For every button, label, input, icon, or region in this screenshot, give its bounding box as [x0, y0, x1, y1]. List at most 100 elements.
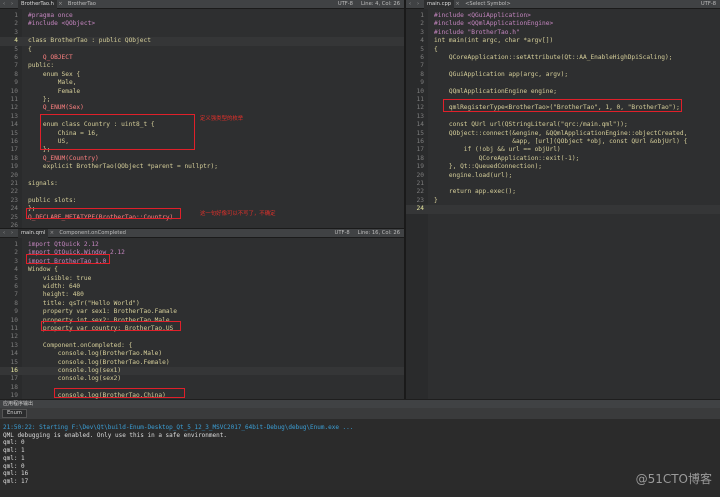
- header-editor-pane[interactable]: ‹ › BrotherTao.h × BrotherTao UTF-8 Line…: [0, 0, 404, 228]
- code-line[interactable]: 2 #include <QObject>: [0, 20, 404, 28]
- code-text[interactable]: int main(int argc, char *argv[]): [434, 37, 553, 45]
- code-text[interactable]: #include <QQmlApplicationEngine>: [434, 20, 553, 28]
- code-line[interactable]: 22 return app.exec();: [406, 188, 720, 196]
- code-line[interactable]: 17 if (!obj && url == objUrl): [406, 146, 720, 154]
- vertical-splitter[interactable]: [404, 0, 406, 399]
- code-text[interactable]: &app, [url](QObject *obj, const QUrl &ob…: [434, 138, 687, 146]
- horizontal-splitter[interactable]: [0, 228, 404, 229]
- code-text[interactable]: #include <QObject>: [28, 20, 95, 28]
- code-text[interactable]: Male,: [28, 79, 77, 87]
- code-text[interactable]: title: qsTr("Hello World"): [28, 300, 140, 308]
- code-line[interactable]: 1 #pragma once: [0, 12, 404, 20]
- code-line[interactable]: 22: [0, 188, 404, 196]
- code-line[interactable]: 15 QObject::connect(&engine, &QQmlApplic…: [406, 130, 720, 138]
- code-line[interactable]: 5 visible: true: [0, 275, 404, 283]
- code-line[interactable]: 3: [0, 29, 404, 37]
- back-arrow-icon[interactable]: ‹: [406, 1, 414, 7]
- code-text[interactable]: Female: [28, 88, 80, 96]
- code-line[interactable]: 7: [406, 62, 720, 70]
- code-text[interactable]: };: [28, 96, 50, 104]
- encoding-label[interactable]: UTF-8: [697, 1, 720, 7]
- application-output[interactable]: 21:50:22: Starting F:\Dev\Qt\build-Enum-…: [0, 419, 720, 497]
- code-text[interactable]: QObject::connect(&engine, &QQmlApplicati…: [434, 130, 687, 138]
- code-text[interactable]: }: [434, 197, 438, 205]
- code-line[interactable]: 6 QCoreApplication::setAttribute(Qt::AA_…: [406, 54, 720, 62]
- code-text[interactable]: #pragma once: [28, 12, 73, 20]
- code-text[interactable]: {: [28, 46, 32, 54]
- close-icon[interactable]: ×: [454, 1, 461, 7]
- file-tab-main-qml[interactable]: main.qml: [18, 229, 49, 238]
- code-line[interactable]: 5{: [406, 46, 720, 54]
- code-text[interactable]: #include "BrotherTao.h": [434, 29, 520, 37]
- code-line[interactable]: 5{: [0, 46, 404, 54]
- code-line[interactable]: 9 property var sex1: BrotherTao.Famale: [0, 308, 404, 316]
- code-text[interactable]: QGuiApplication app(argc, argv);: [434, 71, 568, 79]
- code-line[interactable]: 4 Window {: [0, 266, 404, 274]
- code-text[interactable]: class BrotherTao : public QObject: [28, 37, 151, 45]
- code-text[interactable]: QCoreApplication::exit(-1);: [434, 155, 580, 163]
- code-text[interactable]: Window {: [28, 266, 58, 274]
- code-text[interactable]: const QUrl url(QStringLiteral("qrc:/main…: [434, 121, 628, 129]
- code-line[interactable]: 6 width: 640: [0, 283, 404, 291]
- code-line[interactable]: 10 QQmlApplicationEngine engine;: [406, 88, 720, 96]
- code-text[interactable]: explicit BrotherTao(QObject *parent = nu…: [28, 163, 218, 171]
- code-text[interactable]: public:: [28, 62, 54, 70]
- code-text[interactable]: visible: true: [28, 275, 91, 283]
- forward-arrow-icon[interactable]: ›: [8, 1, 16, 7]
- code-line[interactable]: 12 Q_ENUM(Sex): [0, 104, 404, 112]
- code-line[interactable]: 18 QCoreApplication::exit(-1);: [406, 155, 720, 163]
- code-line[interactable]: 19 explicit BrotherTao(QObject *parent =…: [0, 163, 404, 171]
- code-line[interactable]: 8 QGuiApplication app(argc, argv);: [406, 71, 720, 79]
- code-line[interactable]: 8 enum Sex {: [0, 71, 404, 79]
- code-text[interactable]: public slots:: [28, 197, 76, 205]
- code-line[interactable]: 9 Male,: [0, 79, 404, 87]
- code-line[interactable]: 16 console.log(sex1): [0, 367, 404, 376]
- code-text[interactable]: if (!obj && url == objUrl): [434, 146, 561, 154]
- code-line[interactable]: 17 console.log(sex2): [0, 375, 404, 383]
- code-line[interactable]: 13 Component.onCompleted: {: [0, 342, 404, 350]
- back-arrow-icon[interactable]: ‹: [0, 1, 8, 7]
- qml-editor-pane[interactable]: ‹ › main.qml × Component.onCompleted UTF…: [0, 229, 404, 399]
- code-line[interactable]: 8 title: qsTr("Hello World"): [0, 300, 404, 308]
- code-text[interactable]: return app.exec();: [434, 188, 516, 196]
- code-line[interactable]: 11 };: [0, 96, 404, 104]
- code-line[interactable]: 6 Q_OBJECT: [0, 54, 404, 62]
- code-line[interactable]: 20: [0, 172, 404, 180]
- code-line[interactable]: 14 const QUrl url(QStringLiteral("qrc:/m…: [406, 121, 720, 129]
- encoding-label[interactable]: UTF-8: [331, 230, 354, 236]
- code-text[interactable]: console.log(BrotherTao.Male): [28, 350, 162, 358]
- back-arrow-icon[interactable]: ‹: [0, 230, 8, 236]
- symbol-selector[interactable]: Component.onCompleted: [59, 230, 126, 236]
- code-line[interactable]: 15 console.log(BrotherTao.Female): [0, 359, 404, 367]
- code-line[interactable]: 7 public:: [0, 62, 404, 70]
- file-tab-main-cpp[interactable]: main.cpp: [424, 0, 455, 9]
- code-line[interactable]: 16 &app, [url](QObject *obj, const QUrl …: [406, 138, 720, 146]
- forward-arrow-icon[interactable]: ›: [8, 230, 16, 236]
- symbol-selector[interactable]: BrotherTao: [68, 1, 96, 7]
- code-text[interactable]: width: 640: [28, 283, 80, 291]
- code-line[interactable]: 4 int main(int argc, char *argv[]): [406, 37, 720, 45]
- code-line[interactable]: 21: [406, 180, 720, 188]
- code-line[interactable]: 3 #include "BrotherTao.h": [406, 29, 720, 37]
- code-line[interactable]: 23 public slots:: [0, 197, 404, 205]
- code-text[interactable]: Q_OBJECT: [28, 54, 73, 62]
- code-line[interactable]: 2 #include <QQmlApplicationEngine>: [406, 20, 720, 28]
- forward-arrow-icon[interactable]: ›: [414, 1, 422, 7]
- close-icon[interactable]: ×: [57, 1, 64, 7]
- code-text[interactable]: engine.load(url);: [434, 172, 512, 180]
- code-text[interactable]: QQmlApplicationEngine engine;: [434, 88, 557, 96]
- code-text[interactable]: {: [434, 46, 438, 54]
- code-line[interactable]: 19 }, Qt::QueuedConnection);: [406, 163, 720, 171]
- code-text[interactable]: property var sex1: BrotherTao.Famale: [28, 308, 177, 316]
- qml-code-area[interactable]: 1 import QtQuick 2.12 2 import QtQuick.Wind…: [0, 238, 404, 399]
- code-line[interactable]: 1 #include <QGuiApplication>: [406, 12, 720, 20]
- code-text[interactable]: console.log(BrotherTao.Female): [28, 359, 170, 367]
- code-line[interactable]: 20 engine.load(url);: [406, 172, 720, 180]
- code-text[interactable]: signals:: [28, 180, 58, 188]
- code-text[interactable]: enum Sex {: [28, 71, 80, 79]
- code-text[interactable]: }, Qt::QueuedConnection);: [434, 163, 542, 171]
- code-line[interactable]: 23}: [406, 197, 720, 205]
- code-text[interactable]: console.log(sex1): [28, 367, 121, 375]
- code-line[interactable]: 1 import QtQuick 2.12: [0, 241, 404, 249]
- code-line[interactable]: 21 signals:: [0, 180, 404, 188]
